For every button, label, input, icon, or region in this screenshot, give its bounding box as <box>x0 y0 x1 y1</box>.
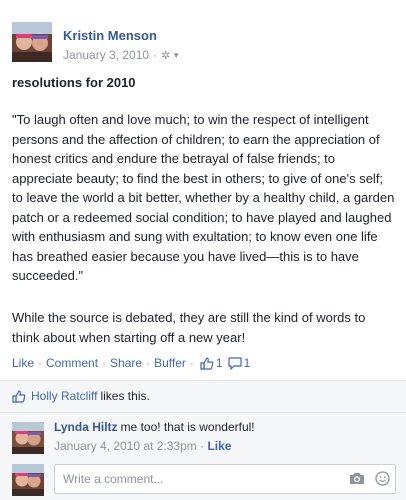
thumbs-up-icon <box>12 389 26 403</box>
comment-link[interactable]: Comment <box>46 356 98 370</box>
comment-composer <box>12 464 396 496</box>
comment-text: me too! that is wonderful! <box>120 420 255 434</box>
comment-count[interactable]: 1 <box>227 356 250 370</box>
post-card: Kristin Menson January 3, 2010 · ✲ ▼ res… <box>0 0 406 500</box>
comment-date[interactable]: January 4, 2010 at 2:33pm <box>54 439 197 453</box>
separator-dot: · <box>102 356 107 370</box>
post-actions: Like · Comment · Share · Buffer · 1 1 <box>12 356 250 370</box>
comment-like-link[interactable]: Like <box>207 439 231 453</box>
like-link[interactable]: Like <box>12 356 34 370</box>
buffer-link[interactable]: Buffer <box>154 356 186 370</box>
comment-meta: January 4, 2010 at 2:33pm · Like <box>54 439 255 453</box>
post-quote: "To laugh often and love much; to win th… <box>12 112 395 283</box>
comment-item: Lynda Hiltz me too! that is wonderful! Ja… <box>12 420 396 460</box>
post-body: While the source is debated, they are st… <box>12 310 366 345</box>
comment-input[interactable] <box>54 464 396 494</box>
thumbs-up-icon <box>200 356 214 370</box>
liker-name[interactable]: Holly Ratcliff <box>31 389 97 403</box>
comment-bubble-icon <box>227 356 242 370</box>
post-date[interactable]: January 3, 2010 <box>63 48 149 62</box>
separator-dot: · <box>189 356 194 370</box>
separator-dot: · <box>146 356 151 370</box>
commenter-avatar[interactable] <box>12 422 44 454</box>
author-avatar[interactable] <box>12 22 52 62</box>
post-meta: January 3, 2010 · ✲ ▼ <box>63 48 180 62</box>
likes-summary: Holly Ratcliff likes this. <box>12 389 150 403</box>
comment-body: Lynda Hiltz me too! that is wonderful! Ja… <box>54 420 255 453</box>
commenter-name[interactable]: Lynda Hiltz <box>54 420 118 434</box>
viewer-avatar <box>12 464 44 496</box>
like-count[interactable]: 1 <box>200 356 223 370</box>
post-title: resolutions for 2010 <box>12 75 136 90</box>
chevron-down-icon[interactable]: ▼ <box>172 51 180 60</box>
gear-icon[interactable]: ✲ <box>161 49 170 62</box>
emoji-icon[interactable] <box>375 471 390 486</box>
separator-dot: · <box>153 48 158 62</box>
composer-icons <box>349 471 390 486</box>
share-link[interactable]: Share <box>110 356 142 370</box>
likes-text: likes this. <box>100 389 150 403</box>
camera-icon[interactable] <box>349 471 365 485</box>
author-name[interactable]: Kristin Menson <box>63 28 157 43</box>
separator-dot: · <box>38 356 43 370</box>
